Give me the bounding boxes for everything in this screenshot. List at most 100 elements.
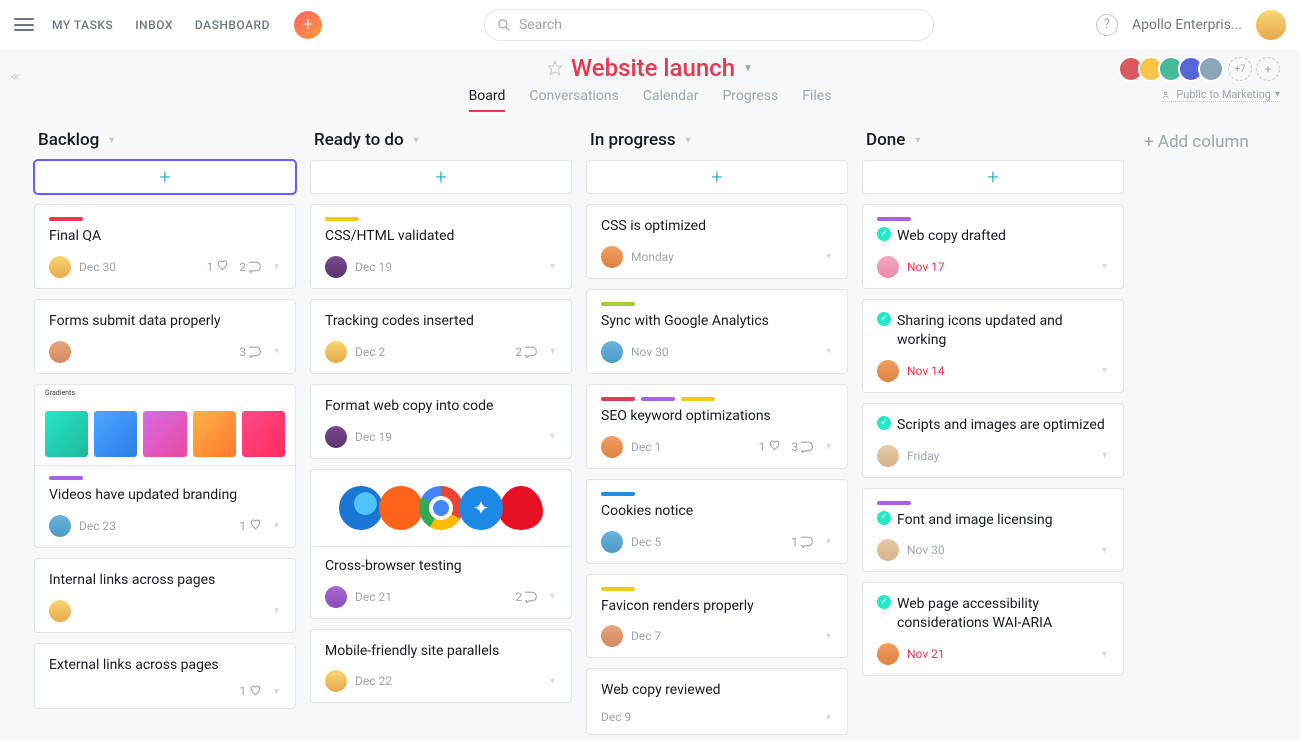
card[interactable]: Sync with Google AnalyticsNov 30▼ xyxy=(586,289,848,374)
add-card-button[interactable]: + xyxy=(34,160,296,194)
comments-count[interactable]: 2 xyxy=(515,345,538,359)
column-header[interactable]: Done▼ xyxy=(862,130,1124,150)
assignee-avatar[interactable] xyxy=(49,256,71,278)
card-menu-chevron[interactable]: ▼ xyxy=(1100,545,1109,556)
comments-count[interactable]: 3 xyxy=(239,345,262,359)
likes-count[interactable]: 1 xyxy=(759,440,782,454)
card[interactable]: Final QADec 3012▼ xyxy=(34,204,296,289)
comments-count[interactable]: 1 xyxy=(791,535,814,549)
nav-dashboard[interactable]: DASHBOARD xyxy=(195,18,270,32)
card[interactable]: Forms submit data properly3▼ xyxy=(34,299,296,374)
card-menu-chevron[interactable]: ▼ xyxy=(1100,649,1109,660)
card-menu-chevron[interactable]: ▼ xyxy=(548,591,557,602)
visibility-setting[interactable]: Public to Marketing ▾ xyxy=(1162,88,1280,102)
project-menu-chevron[interactable]: ▼ xyxy=(743,63,753,74)
add-card-button[interactable]: + xyxy=(310,160,572,194)
card[interactable]: Favicon renders properlyDec 7▼ xyxy=(586,574,848,659)
assignee-avatar[interactable] xyxy=(601,341,623,363)
assignee-avatar[interactable] xyxy=(877,445,899,467)
card-menu-chevron[interactable]: ▼ xyxy=(1100,261,1109,272)
card[interactable]: ✦Cross-browser testingDec 212▼ xyxy=(310,469,572,619)
card[interactable]: ✓Sharing icons updated and workingNov 14… xyxy=(862,299,1124,393)
card[interactable]: Format web copy into codeDec 19▼ xyxy=(310,384,572,459)
search-input[interactable]: Search xyxy=(484,9,934,41)
star-icon[interactable] xyxy=(547,60,563,76)
card-menu-chevron[interactable]: ▼ xyxy=(548,261,557,272)
nav-inbox[interactable]: INBOX xyxy=(135,18,173,32)
assignee-avatar[interactable] xyxy=(601,531,623,553)
card[interactable]: Web copy reviewedDec 9▼ xyxy=(586,668,848,735)
assignee-avatar[interactable] xyxy=(49,515,71,537)
likes-count[interactable]: 1 xyxy=(239,684,262,698)
card[interactable]: Mobile-friendly site parallelsDec 22▼ xyxy=(310,629,572,704)
card-menu-chevron[interactable]: ▼ xyxy=(824,441,833,452)
card[interactable]: ✓Font and image licensingNov 30▼ xyxy=(862,488,1124,573)
add-card-button[interactable]: + xyxy=(586,160,848,194)
card[interactable]: Cookies noticeDec 51▼ xyxy=(586,479,848,564)
comments-count[interactable]: 3 xyxy=(791,440,814,454)
card-menu-chevron[interactable]: ▼ xyxy=(824,251,833,262)
add-column-button[interactable]: + Add column xyxy=(1138,130,1249,152)
member-avatar[interactable] xyxy=(1198,56,1224,82)
likes-count[interactable]: 1 xyxy=(239,519,262,533)
help-button[interactable]: ? xyxy=(1096,14,1118,36)
card-menu-chevron[interactable]: ▼ xyxy=(548,676,557,687)
card[interactable]: CSS is optimizedMonday▼ xyxy=(586,204,848,279)
comments-count[interactable]: 2 xyxy=(515,590,538,604)
likes-count[interactable]: 1 xyxy=(207,260,230,274)
card[interactable]: SEO keyword optimizationsDec 113▼ xyxy=(586,384,848,469)
tab-progress[interactable]: Progress xyxy=(722,88,778,112)
tab-calendar[interactable]: Calendar xyxy=(643,88,699,112)
add-button[interactable]: + xyxy=(294,11,322,39)
card-menu-chevron[interactable]: ▼ xyxy=(548,431,557,442)
card-menu-chevron[interactable]: ▼ xyxy=(272,261,281,272)
card-menu-chevron[interactable]: ▼ xyxy=(548,346,557,357)
comments-count[interactable]: 2 xyxy=(239,260,262,274)
assignee-avatar[interactable] xyxy=(877,256,899,278)
column-header[interactable]: In progress▼ xyxy=(586,130,848,150)
assignee-avatar[interactable] xyxy=(325,256,347,278)
card[interactable]: ✓Web copy draftedNov 17▼ xyxy=(862,204,1124,289)
assignee-avatar[interactable] xyxy=(601,436,623,458)
assignee-avatar[interactable] xyxy=(877,539,899,561)
card-menu-chevron[interactable]: ▼ xyxy=(824,536,833,547)
tab-board[interactable]: Board xyxy=(469,88,506,112)
assignee-avatar[interactable] xyxy=(325,670,347,692)
assignee-avatar[interactable] xyxy=(601,625,623,647)
card[interactable]: CSS/HTML validatedDec 19▼ xyxy=(310,204,572,289)
card-menu-chevron[interactable]: ▼ xyxy=(1100,450,1109,461)
column-header[interactable]: Backlog▼ xyxy=(34,130,296,150)
assignee-avatar[interactable] xyxy=(877,360,899,382)
card-menu-chevron[interactable]: ▼ xyxy=(1100,365,1109,376)
workspace-name[interactable]: Apollo Enterpris... xyxy=(1132,17,1242,33)
card[interactable]: Tracking codes insertedDec 22▼ xyxy=(310,299,572,374)
tab-files[interactable]: Files xyxy=(802,88,831,112)
assignee-avatar[interactable] xyxy=(49,600,71,622)
card-menu-chevron[interactable]: ▼ xyxy=(824,712,833,723)
assignee-avatar[interactable] xyxy=(877,643,899,665)
assignee-avatar[interactable] xyxy=(325,586,347,608)
tab-conversations[interactable]: Conversations xyxy=(529,88,618,112)
card-menu-chevron[interactable]: ▼ xyxy=(824,631,833,642)
nav-my-tasks[interactable]: MY TASKS xyxy=(52,18,113,32)
card[interactable]: ✓Scripts and images are optimizedFriday▼ xyxy=(862,403,1124,478)
card-menu-chevron[interactable]: ▼ xyxy=(272,346,281,357)
card-menu-chevron[interactable]: ▼ xyxy=(272,605,281,616)
card-menu-chevron[interactable]: ▼ xyxy=(272,520,281,531)
column-header[interactable]: Ready to do▼ xyxy=(310,130,572,150)
members-more[interactable]: +7 xyxy=(1228,57,1252,81)
assignee-avatar[interactable] xyxy=(325,341,347,363)
card[interactable]: Internal links across pages▼ xyxy=(34,558,296,633)
card-menu-chevron[interactable]: ▼ xyxy=(272,686,281,697)
card[interactable]: GradientsVideos have updated brandingDec… xyxy=(34,384,296,548)
add-member-button[interactable]: + xyxy=(1256,57,1280,81)
user-avatar[interactable] xyxy=(1256,10,1286,40)
card[interactable]: ✓Web page accessibility considerations W… xyxy=(862,582,1124,676)
card[interactable]: External links across pages1▼ xyxy=(34,643,296,710)
assignee-avatar[interactable] xyxy=(325,426,347,448)
menu-icon[interactable] xyxy=(14,15,34,35)
assignee-avatar[interactable] xyxy=(49,341,71,363)
project-members[interactable]: +7 + xyxy=(1124,56,1280,82)
assignee-avatar[interactable] xyxy=(601,246,623,268)
add-card-button[interactable]: + xyxy=(862,160,1124,194)
